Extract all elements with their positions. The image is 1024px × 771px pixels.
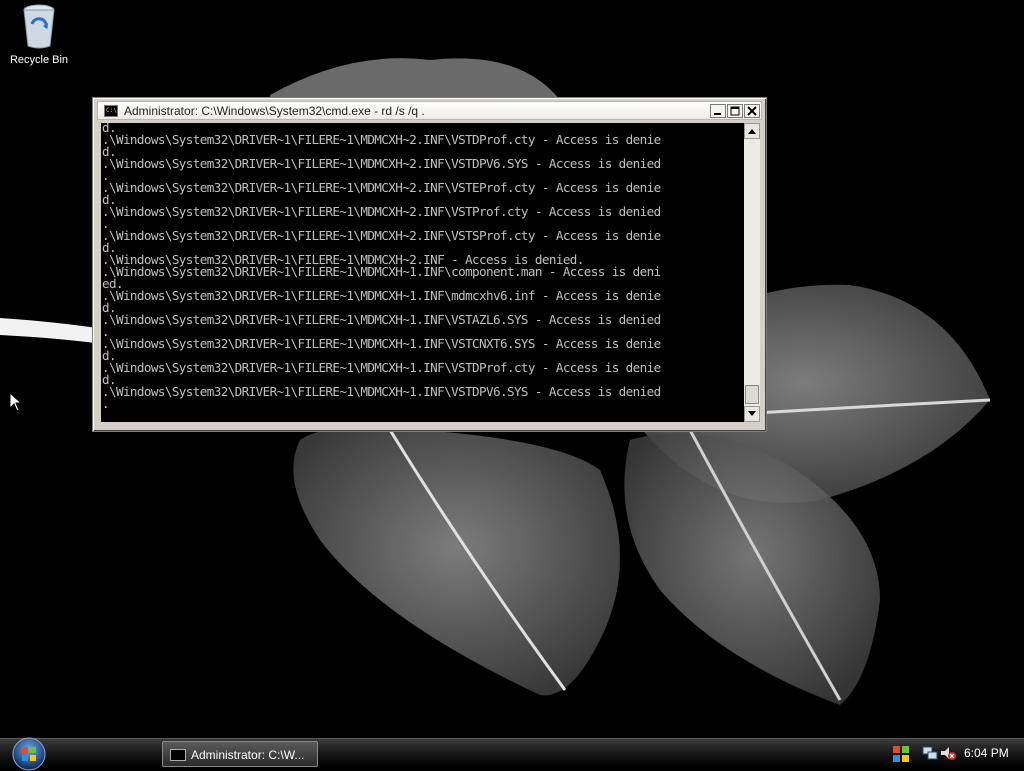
console-line: .\Windows\System32\DRIVER~1\FILERE~1\MDM…: [102, 180, 661, 195]
close-button[interactable]: [744, 104, 760, 118]
console-line: .\Windows\System32\DRIVER~1\FILERE~1\MDM…: [102, 156, 661, 171]
clock[interactable]: 6:04 PM: [964, 746, 1009, 760]
arrow-up-icon: [748, 129, 756, 134]
scroll-thumb[interactable]: [745, 385, 759, 404]
console-text: d. .\Windows\System32\DRIVER~1\FILERE~1\…: [101, 123, 744, 410]
console-line: .\Windows\System32\DRIVER~1\FILERE~1\MDM…: [102, 132, 661, 147]
maximize-icon: [730, 106, 740, 116]
minimize-button[interactable]: [710, 104, 726, 118]
console-line: .\Windows\System32\DRIVER~1\FILERE~1\MDM…: [102, 312, 661, 327]
console-line: .\Windows\System32\DRIVER~1\FILERE~1\MDM…: [102, 288, 661, 303]
desktop: Recycle Bin C:\ Administrator: C:\Window…: [0, 0, 1024, 738]
arrow-down-icon: [748, 411, 756, 416]
console-line: .\Windows\System32\DRIVER~1\FILERE~1\MDM…: [102, 360, 661, 375]
minimize-icon: [714, 113, 721, 115]
console-output[interactable]: d. .\Windows\System32\DRIVER~1\FILERE~1\…: [101, 123, 744, 422]
taskbar-item-label: Administrator: C:\W...: [191, 748, 305, 762]
taskbar: Administrator: C:\W... 6:04 PM: [0, 737, 1024, 771]
scroll-up-button[interactable]: [744, 123, 760, 139]
window-title: Administrator: C:\Windows\System32\cmd.e…: [124, 104, 425, 118]
volume-muted-icon[interactable]: [940, 745, 956, 761]
system-tray: 6:04 PM: [884, 739, 1024, 769]
console-line: .\Windows\System32\DRIVER~1\FILERE~1\MDM…: [102, 384, 661, 399]
recycle-bin-label: Recycle Bin: [9, 54, 69, 66]
window-titlebar[interactable]: C:\ Administrator: C:\Windows\System32\c…: [97, 101, 762, 120]
console-line: .: [102, 396, 110, 411]
console-line: .\Windows\System32\DRIVER~1\FILERE~1\MDM…: [102, 264, 661, 279]
console-line: .\Windows\System32\DRIVER~1\FILERE~1\MDM…: [102, 204, 661, 219]
network-icon[interactable]: [922, 745, 938, 761]
scroll-down-button[interactable]: [744, 406, 760, 422]
cmd-taskbar-icon: [170, 749, 186, 761]
vertical-scrollbar[interactable]: [744, 123, 760, 422]
windows-update-icon[interactable]: [892, 745, 910, 763]
cmd-window[interactable]: C:\ Administrator: C:\Windows\System32\c…: [92, 97, 767, 432]
start-button[interactable]: [8, 733, 50, 771]
console-line: .\Windows\System32\DRIVER~1\FILERE~1\MDM…: [102, 336, 661, 351]
maximize-button[interactable]: [727, 104, 743, 118]
recycle-bin-icon: [23, 4, 55, 49]
console-line: .\Windows\System32\DRIVER~1\FILERE~1\MDM…: [102, 228, 661, 243]
recycle-bin-shortcut[interactable]: Recycle Bin: [4, 2, 74, 66]
mouse-cursor-icon: [9, 392, 23, 412]
close-icon: [747, 106, 757, 116]
taskbar-item-cmd[interactable]: Administrator: C:\W...: [162, 741, 318, 767]
cmd-app-icon: C:\: [104, 105, 118, 117]
